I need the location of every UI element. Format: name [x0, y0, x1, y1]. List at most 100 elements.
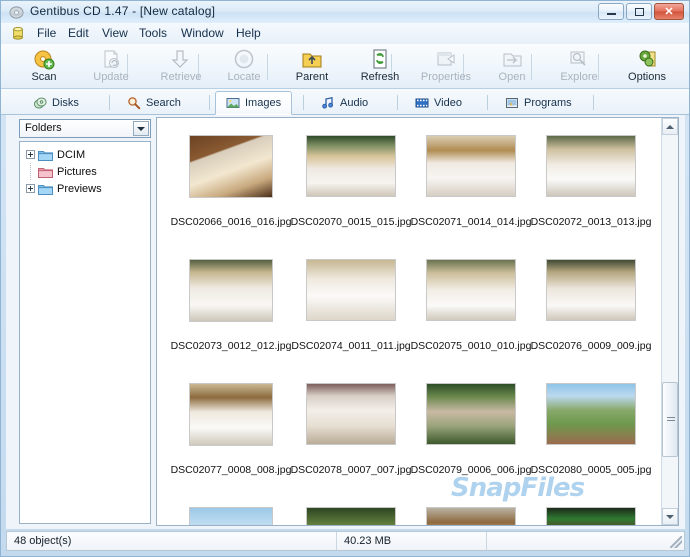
folder-icon: [38, 149, 53, 161]
thumbnail-item[interactable]: DSC02075_0010_010.jpg: [411, 242, 531, 366]
scroll-up-button[interactable]: [662, 118, 678, 135]
folders-dropdown-value: Folders: [25, 122, 62, 134]
toolbar-button-options[interactable]: Options: [616, 46, 678, 87]
menu-item-window[interactable]: Window: [176, 26, 229, 41]
thumbnail-item[interactable]: DSC02072_0013_013.jpg: [531, 118, 651, 242]
menu-item-help[interactable]: Help: [231, 26, 266, 41]
thumbnail-frame: [411, 490, 531, 525]
thumbnail-item[interactable]: [411, 490, 531, 525]
expand-plus-icon[interactable]: [26, 150, 35, 159]
thumbnail-image[interactable]: [306, 135, 396, 197]
resize-grip-icon[interactable]: [670, 536, 682, 548]
tab-images[interactable]: Images: [215, 91, 293, 115]
tab-search[interactable]: Search: [117, 91, 191, 114]
thumbnail-image[interactable]: [426, 135, 516, 197]
scrollbar-grip-icon: [667, 417, 675, 423]
thumbnail-item[interactable]: DSC02070_0015_015.jpg: [291, 118, 411, 242]
thumbnail-item[interactable]: DSC02076_0009_009.jpg: [531, 242, 651, 366]
thumbnail-image[interactable]: [189, 382, 273, 446]
folder-icon: [38, 166, 53, 178]
thumbnail-image[interactable]: [306, 507, 396, 525]
window-title: Gentibus CD 1.47 - [New catalog]: [30, 4, 216, 18]
folders-dropdown[interactable]: Folders: [19, 119, 151, 138]
thumbnail-image[interactable]: [306, 259, 396, 321]
menu-item-tools[interactable]: Tools: [134, 26, 172, 41]
toolbar-button-retrieve[interactable]: Retrieve: [148, 46, 214, 87]
images-icon: [226, 96, 240, 110]
scrollbar-thumb[interactable]: [662, 382, 678, 457]
thumbnail-filename: DSC02079_0006_006.jpg: [410, 464, 532, 476]
expand-plus-icon[interactable]: [26, 184, 35, 193]
thumbnail-filename: DSC02080_0005_005.jpg: [530, 464, 652, 476]
vertical-scrollbar[interactable]: [661, 118, 678, 525]
thumbnail-image[interactable]: [189, 258, 273, 322]
thumbnail-frame: [171, 118, 291, 214]
maximize-icon: [627, 4, 651, 19]
thumbnail-item[interactable]: DSC02078_0007_007.jpg: [291, 366, 411, 490]
thumbnail-item[interactable]: [531, 490, 651, 525]
options-gear-icon: [636, 48, 658, 70]
thumbnail-image[interactable]: [546, 259, 636, 321]
thumbnail-item[interactable]: [291, 490, 411, 525]
thumbnail-item[interactable]: DSC02066_0016_016.jpg: [171, 118, 291, 242]
thumbnail-image[interactable]: [546, 507, 636, 525]
folder-tree[interactable]: DCIM Pictures Previews: [19, 141, 151, 524]
thumbnail-item[interactable]: DSC02080_0005_005.jpg: [531, 366, 651, 490]
thumbnail-image[interactable]: [546, 383, 636, 445]
thumbnail-frame: [171, 366, 291, 462]
thumbnail-grid[interactable]: DSC02066_0016_016.jpg DSC02070_0015_015.j…: [157, 118, 662, 525]
tab-programs[interactable]: Programs: [495, 91, 582, 114]
thumbnail-item[interactable]: DSC02079_0006_006.jpg: [411, 366, 531, 490]
window-minimize-button[interactable]: [598, 3, 624, 20]
toolbar-button-explore[interactable]: Explore: [549, 46, 609, 87]
chevron-down-icon[interactable]: [133, 121, 149, 136]
tree-item-pictures[interactable]: Pictures: [20, 163, 150, 180]
toolbar-label-properties: Properties: [420, 71, 472, 83]
thumbnail-item[interactable]: DSC02077_0008_008.jpg: [171, 366, 291, 490]
menu-item-file[interactable]: File: [32, 26, 61, 41]
tab-disks[interactable]: Disks: [23, 91, 89, 114]
toolbar-button-parent[interactable]: Parent: [284, 46, 340, 87]
tree-label-dcim: DCIM: [57, 148, 86, 161]
thumbnail-item[interactable]: [171, 490, 291, 525]
thumbnail-item[interactable]: DSC02074_0011_011.jpg: [291, 242, 411, 366]
toolbar-button-properties[interactable]: Properties: [409, 46, 483, 87]
thumbnail-image[interactable]: [426, 259, 516, 321]
programs-icon: [505, 96, 519, 110]
thumbnail-image[interactable]: [546, 135, 636, 197]
scroll-down-button[interactable]: [662, 508, 678, 525]
window-close-button[interactable]: ✕: [654, 3, 684, 20]
database-icon: [13, 26, 23, 40]
menu-item-edit[interactable]: Edit: [63, 26, 94, 41]
thumbnail-image[interactable]: [426, 383, 516, 445]
scan-disc-icon: [33, 48, 55, 70]
toolbar-button-scan[interactable]: Scan: [19, 46, 69, 87]
toolbar-button-refresh[interactable]: Refresh: [349, 46, 411, 87]
toolbar-button-locate[interactable]: Locate: [216, 46, 272, 87]
tab-video[interactable]: Video: [405, 91, 472, 114]
thumbnail-item[interactable]: DSC02073_0012_012.jpg: [171, 242, 291, 366]
thumbnail-image[interactable]: [189, 134, 273, 198]
tab-audio[interactable]: Audio: [311, 91, 378, 114]
tree-item-previews[interactable]: Previews: [20, 180, 150, 197]
minimize-icon: [599, 4, 623, 19]
tree-item-dcim[interactable]: DCIM: [20, 146, 150, 163]
thumbnail-image[interactable]: [189, 506, 273, 525]
window-maximize-button[interactable]: [626, 3, 652, 20]
status-bar: 48 object(s) 40.23 MB: [6, 531, 685, 551]
toolbar-button-update[interactable]: Update: [81, 46, 141, 87]
open-folder-icon: [501, 48, 523, 70]
menu-item-view[interactable]: View: [97, 26, 133, 41]
properties-icon: [435, 48, 457, 70]
thumbnail-item[interactable]: DSC02071_0014_014.jpg: [411, 118, 531, 242]
toolbar-label-parent: Parent: [295, 71, 329, 83]
tree-label-pictures: Pictures: [57, 165, 97, 178]
thumbnail-filename: DSC02077_0008_008.jpg: [170, 464, 292, 476]
thumbnail-image[interactable]: [426, 507, 516, 525]
tab-label-audio: Audio: [340, 96, 369, 109]
thumbnail-frame: [411, 242, 531, 338]
thumbnail-frame: [531, 118, 651, 214]
thumbnail-image[interactable]: [306, 383, 396, 445]
toolbar-button-open[interactable]: Open: [488, 46, 536, 87]
